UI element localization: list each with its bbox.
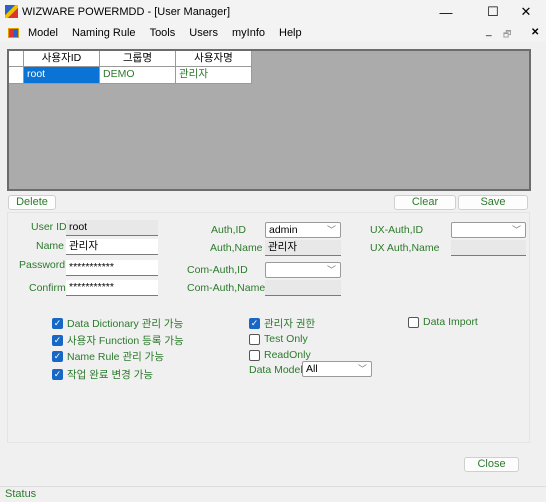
- com-auth-name-field: [265, 280, 341, 296]
- ux-auth-id-label: UX-Auth,ID: [370, 224, 424, 236]
- checkmark-icon: ✓: [52, 318, 63, 329]
- auth-id-select[interactable]: admin ﹀: [265, 222, 341, 238]
- ux-auth-id-select[interactable]: ﹀: [451, 222, 526, 238]
- column-header-user-name[interactable]: 사용자명: [176, 51, 252, 67]
- checkbox-box: [408, 316, 419, 328]
- confirm-field[interactable]: ***********: [66, 280, 158, 296]
- user-id-label: User ID: [31, 221, 67, 233]
- delete-button[interactable]: Delete: [8, 195, 56, 210]
- checkbox-box: [249, 333, 260, 345]
- mdi-restore-button[interactable]: 🗗: [503, 27, 511, 43]
- menu-bar: Model Naming Rule Tools Users myInfo Hel…: [0, 24, 546, 42]
- checkbox-data-dictionary[interactable]: ✓ Data Dictionary 관리 가능: [52, 316, 183, 331]
- auth-id-value: admin: [269, 224, 298, 236]
- data-model-select[interactable]: All ﹀: [302, 361, 372, 377]
- window-title: WIZWARE POWERMDD - [User Manager]: [22, 6, 230, 18]
- column-header-user-id[interactable]: 사용자ID: [24, 51, 100, 67]
- checkbox-label: Name Rule 관리 가능: [67, 351, 164, 363]
- checkmark-icon: ✓: [249, 318, 260, 329]
- menu-tools[interactable]: Tools: [150, 27, 176, 39]
- com-auth-name-label: Com-Auth,Name: [187, 282, 266, 294]
- checkbox-admin[interactable]: ✓ 관리자 권한: [249, 316, 315, 331]
- mdi-close-button[interactable]: ✕: [531, 27, 539, 38]
- name-label: Name: [36, 240, 65, 252]
- row-header[interactable]: [9, 67, 24, 84]
- checkbox-label: Test Only: [264, 333, 308, 345]
- close-button[interactable]: Close: [464, 457, 519, 472]
- checkbox-user-function[interactable]: ✓ 사용자 Function 등록 가능: [52, 333, 184, 348]
- auth-id-label: Auth,ID: [211, 224, 247, 236]
- mdi-minimize-button[interactable]: _: [486, 26, 492, 37]
- checkbox-label: 관리자 권한: [264, 318, 316, 330]
- name-field[interactable]: 관리자: [66, 239, 158, 255]
- auth-name-label: Auth,Name: [210, 242, 263, 254]
- clear-button[interactable]: Clear: [394, 195, 456, 210]
- checkbox-label: Data Import: [423, 316, 478, 328]
- password-label: Password: [19, 259, 66, 271]
- checkmark-icon: ✓: [52, 335, 63, 346]
- checkbox-name-rule[interactable]: ✓ Name Rule 관리 가능: [52, 349, 164, 364]
- chevron-down-icon: ﹀: [357, 364, 367, 374]
- menu-myinfo[interactable]: myInfo: [232, 27, 265, 39]
- chevron-down-icon: ﹀: [326, 265, 336, 275]
- data-model-label: Data Model: [249, 364, 303, 376]
- checkmark-icon: ✓: [52, 369, 63, 380]
- cell-user-id[interactable]: root: [24, 67, 100, 84]
- password-field[interactable]: ***********: [66, 260, 158, 276]
- checkbox-label: ReadOnly: [264, 349, 311, 361]
- cell-group-name[interactable]: DEMO: [100, 67, 176, 84]
- user-grid[interactable]: 사용자ID 그룹명 사용자명 root DEMO 관리자: [7, 49, 531, 191]
- confirm-label: Confirm: [29, 282, 66, 294]
- close-window-button[interactable]: ✕: [506, 0, 546, 24]
- document-icon[interactable]: [8, 28, 19, 38]
- column-header-group-name[interactable]: 그룹명: [100, 51, 176, 67]
- com-auth-id-select[interactable]: ﹀: [265, 262, 341, 278]
- ux-auth-name-label: UX Auth,Name: [370, 242, 440, 254]
- checkbox-test-only[interactable]: Test Only: [249, 333, 308, 345]
- checkbox-label: Data Dictionary 관리 가능: [67, 318, 184, 330]
- data-model-value: All: [306, 363, 318, 375]
- menu-users[interactable]: Users: [189, 27, 218, 39]
- grid-corner: [9, 51, 24, 67]
- checkmark-icon: ✓: [52, 351, 63, 362]
- status-bar: Status: [0, 486, 546, 502]
- menu-help[interactable]: Help: [279, 27, 302, 39]
- checkbox-data-import[interactable]: Data Import: [408, 316, 478, 328]
- save-button[interactable]: Save: [458, 195, 528, 210]
- checkbox-label: 작업 완료 변경 가능: [67, 369, 154, 381]
- menu-model[interactable]: Model: [28, 27, 58, 39]
- chevron-down-icon: ﹀: [326, 225, 336, 235]
- auth-name-field: 관리자: [265, 240, 341, 256]
- cell-user-name[interactable]: 관리자: [176, 67, 252, 84]
- com-auth-id-label: Com-Auth,ID: [187, 264, 248, 276]
- checkbox-label: 사용자 Function 등록 가능: [67, 335, 184, 347]
- checkbox-work-complete[interactable]: ✓ 작업 완료 변경 가능: [52, 367, 153, 382]
- minimize-button[interactable]: —: [426, 0, 466, 24]
- app-logo-icon: [5, 5, 18, 18]
- user-id-field: root: [66, 220, 158, 236]
- checkbox-readonly[interactable]: ReadOnly: [249, 349, 311, 361]
- checkbox-box: [249, 349, 260, 361]
- ux-auth-name-field: [451, 240, 526, 256]
- chevron-down-icon: ﹀: [511, 225, 521, 235]
- menu-naming-rule[interactable]: Naming Rule: [72, 27, 136, 39]
